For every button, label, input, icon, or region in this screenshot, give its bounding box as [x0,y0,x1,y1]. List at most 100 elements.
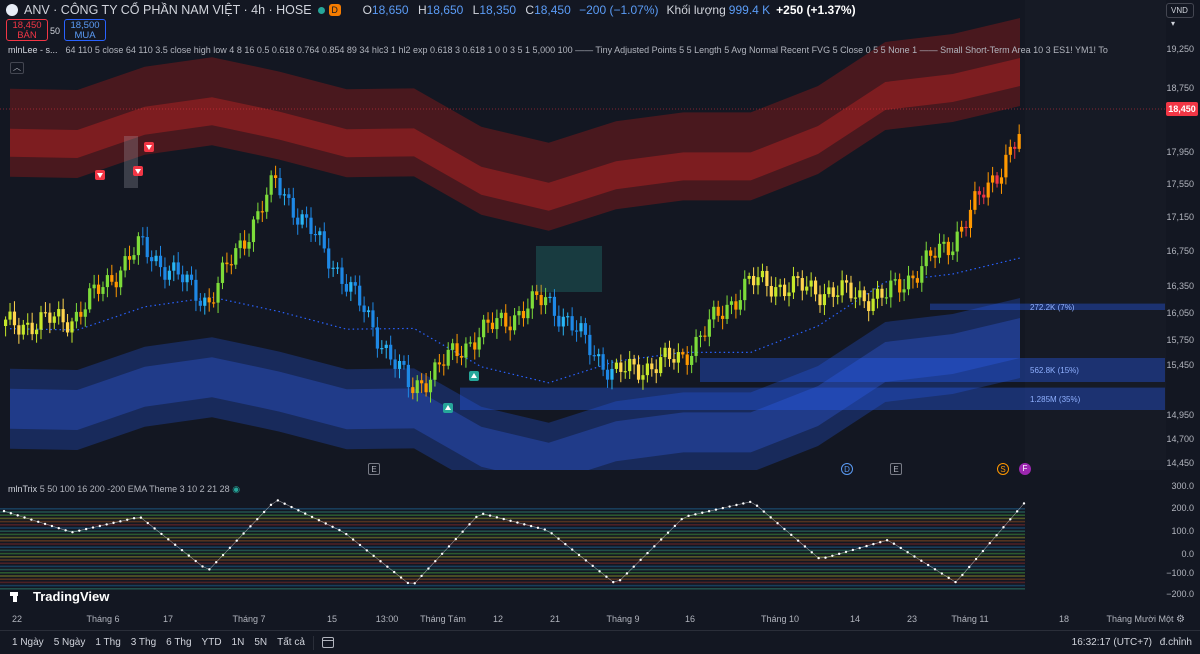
oscillator-params: 5 50 100 16 200 -200 EMA Theme 3 10 2 21… [39,484,230,494]
data-badge[interactable]: D [328,4,341,16]
candle-body [543,297,548,306]
candle-body [442,364,446,366]
dividend-event-icon[interactable]: D [841,463,853,475]
candle-body [318,231,322,236]
candle-body [862,290,866,302]
candle-body [597,354,601,357]
candle-body [1013,146,1017,149]
indicator-name: mlnLee - s... [8,45,58,55]
range-button[interactable]: 6 Thg [166,637,191,648]
earnings-event-icon[interactable]: E [890,463,902,475]
time-tick-label: Tháng 7 [232,614,266,624]
volume-label: Khối lượng [666,3,726,17]
candle-body [114,281,118,288]
candle-body [322,231,326,249]
candle-body [778,284,782,288]
range-button[interactable]: 5N [254,637,267,648]
candle-body [968,209,973,228]
price-tick-label: 14,950 [1166,410,1194,420]
candle-body [158,255,163,268]
candle-body [561,316,565,327]
trix-band [0,530,1025,532]
candle-body [601,354,605,370]
adjust-toggle[interactable]: đ.chỉnh [1160,637,1192,648]
buy-button[interactable]: 18,500 MUA [64,19,106,41]
candle-body [194,279,198,301]
eye-icon[interactable]: ◉ [232,484,240,494]
earnings-event-icon[interactable]: E [368,463,380,475]
trix-band [0,546,1025,548]
split-event-icon[interactable]: S [997,463,1009,475]
fvg-box [536,246,602,292]
candle-body [592,355,596,357]
candle-body [335,267,340,269]
candle-body [570,316,574,331]
time-axis[interactable]: 22 Tháng 6 17 Tháng 7 15 13:00 Tháng Tám 12 21 Th… [0,612,1173,626]
candle-body [822,294,827,306]
gear-icon[interactable]: ⚙ [1176,614,1185,625]
main-price-chart[interactable]: 272.2K (7%) 562.8K (15%) 1.285M (35%) [0,0,1166,470]
candle-body [88,288,92,310]
time-tick-label: Tháng 10 [760,614,800,624]
time-tick-label: 16 [684,614,696,624]
range-button[interactable]: 5 Ngày [54,637,86,648]
candle-body [955,231,959,252]
volume-zone-label: 272.2K (7%) [1030,303,1075,312]
candle-body [729,301,734,305]
calendar-icon[interactable] [321,637,334,648]
candle-body [278,178,282,196]
candle-body [105,275,109,288]
candle-body [813,280,818,295]
candle-body [459,356,464,358]
volume-value: 999.4 K [728,3,771,17]
trix-band [0,588,1025,590]
lightning-event-icon[interactable]: F [1019,463,1031,475]
indicator-params: 64 110 5 close 64 110 3.5 close high low… [65,45,1108,55]
candle-body [809,280,813,287]
brand-name: TradingView [33,589,110,604]
candle-body [960,226,964,232]
candle-body [743,278,747,301]
candle-body [982,194,986,198]
spread-value: 50 [50,26,61,36]
tradingview-logo[interactable]: TradingView [10,589,109,604]
range-button[interactable]: 3 Thg [131,637,156,648]
candle-body [4,319,8,326]
candle-body [924,250,928,267]
sell-button[interactable]: 18,450 BÁN [6,19,48,41]
oscillator-legend[interactable]: mlnTrix 5 50 100 16 200 -200 EMA Theme 3… [8,484,240,495]
candle-body [181,274,185,283]
last-price-tag: 18,450 [1166,102,1198,116]
trix-band [0,514,1025,516]
candle-body [123,256,127,271]
range-button[interactable]: 1 Ngày [12,637,44,648]
high-value: 18,650 [426,3,464,17]
volume-change: +250 (+1.37%) [776,3,856,17]
chevron-up-icon[interactable]: ︿ [10,62,24,74]
range-button[interactable]: YTD [202,637,222,648]
candle-body [499,312,503,319]
trix-band [0,581,1025,584]
candle-body [725,304,729,319]
candle-body [787,292,791,297]
candle-body [614,362,618,369]
symbol-title[interactable]: ANV · CÔNG TY CỔ PHẦN NAM VIỆT · 4h · HO… [24,3,312,17]
candle-body [353,282,357,286]
clock[interactable]: 16:32:17 (UTC+7) [1072,637,1152,648]
currency-select[interactable]: VND ▾ [1166,3,1194,28]
indicator-legend[interactable]: mlnLee - s... 64 110 5 close 64 110 3.5 c… [8,45,1108,59]
candle-body [358,285,362,306]
candle-body [327,248,331,269]
candle-body [756,277,760,286]
candle-body [893,279,897,281]
oscillator-chart[interactable] [0,480,1166,610]
candle-body [672,359,676,363]
price-tick-label: 16,350 [1166,281,1194,291]
range-button[interactable]: 1N [232,637,245,648]
candle-body [911,275,915,279]
candle-body [141,236,145,238]
time-tick-label: 23 [906,614,918,624]
range-button[interactable]: 1 Thg [95,637,120,648]
candle-body [30,322,34,335]
range-button[interactable]: Tất cả [277,637,305,648]
